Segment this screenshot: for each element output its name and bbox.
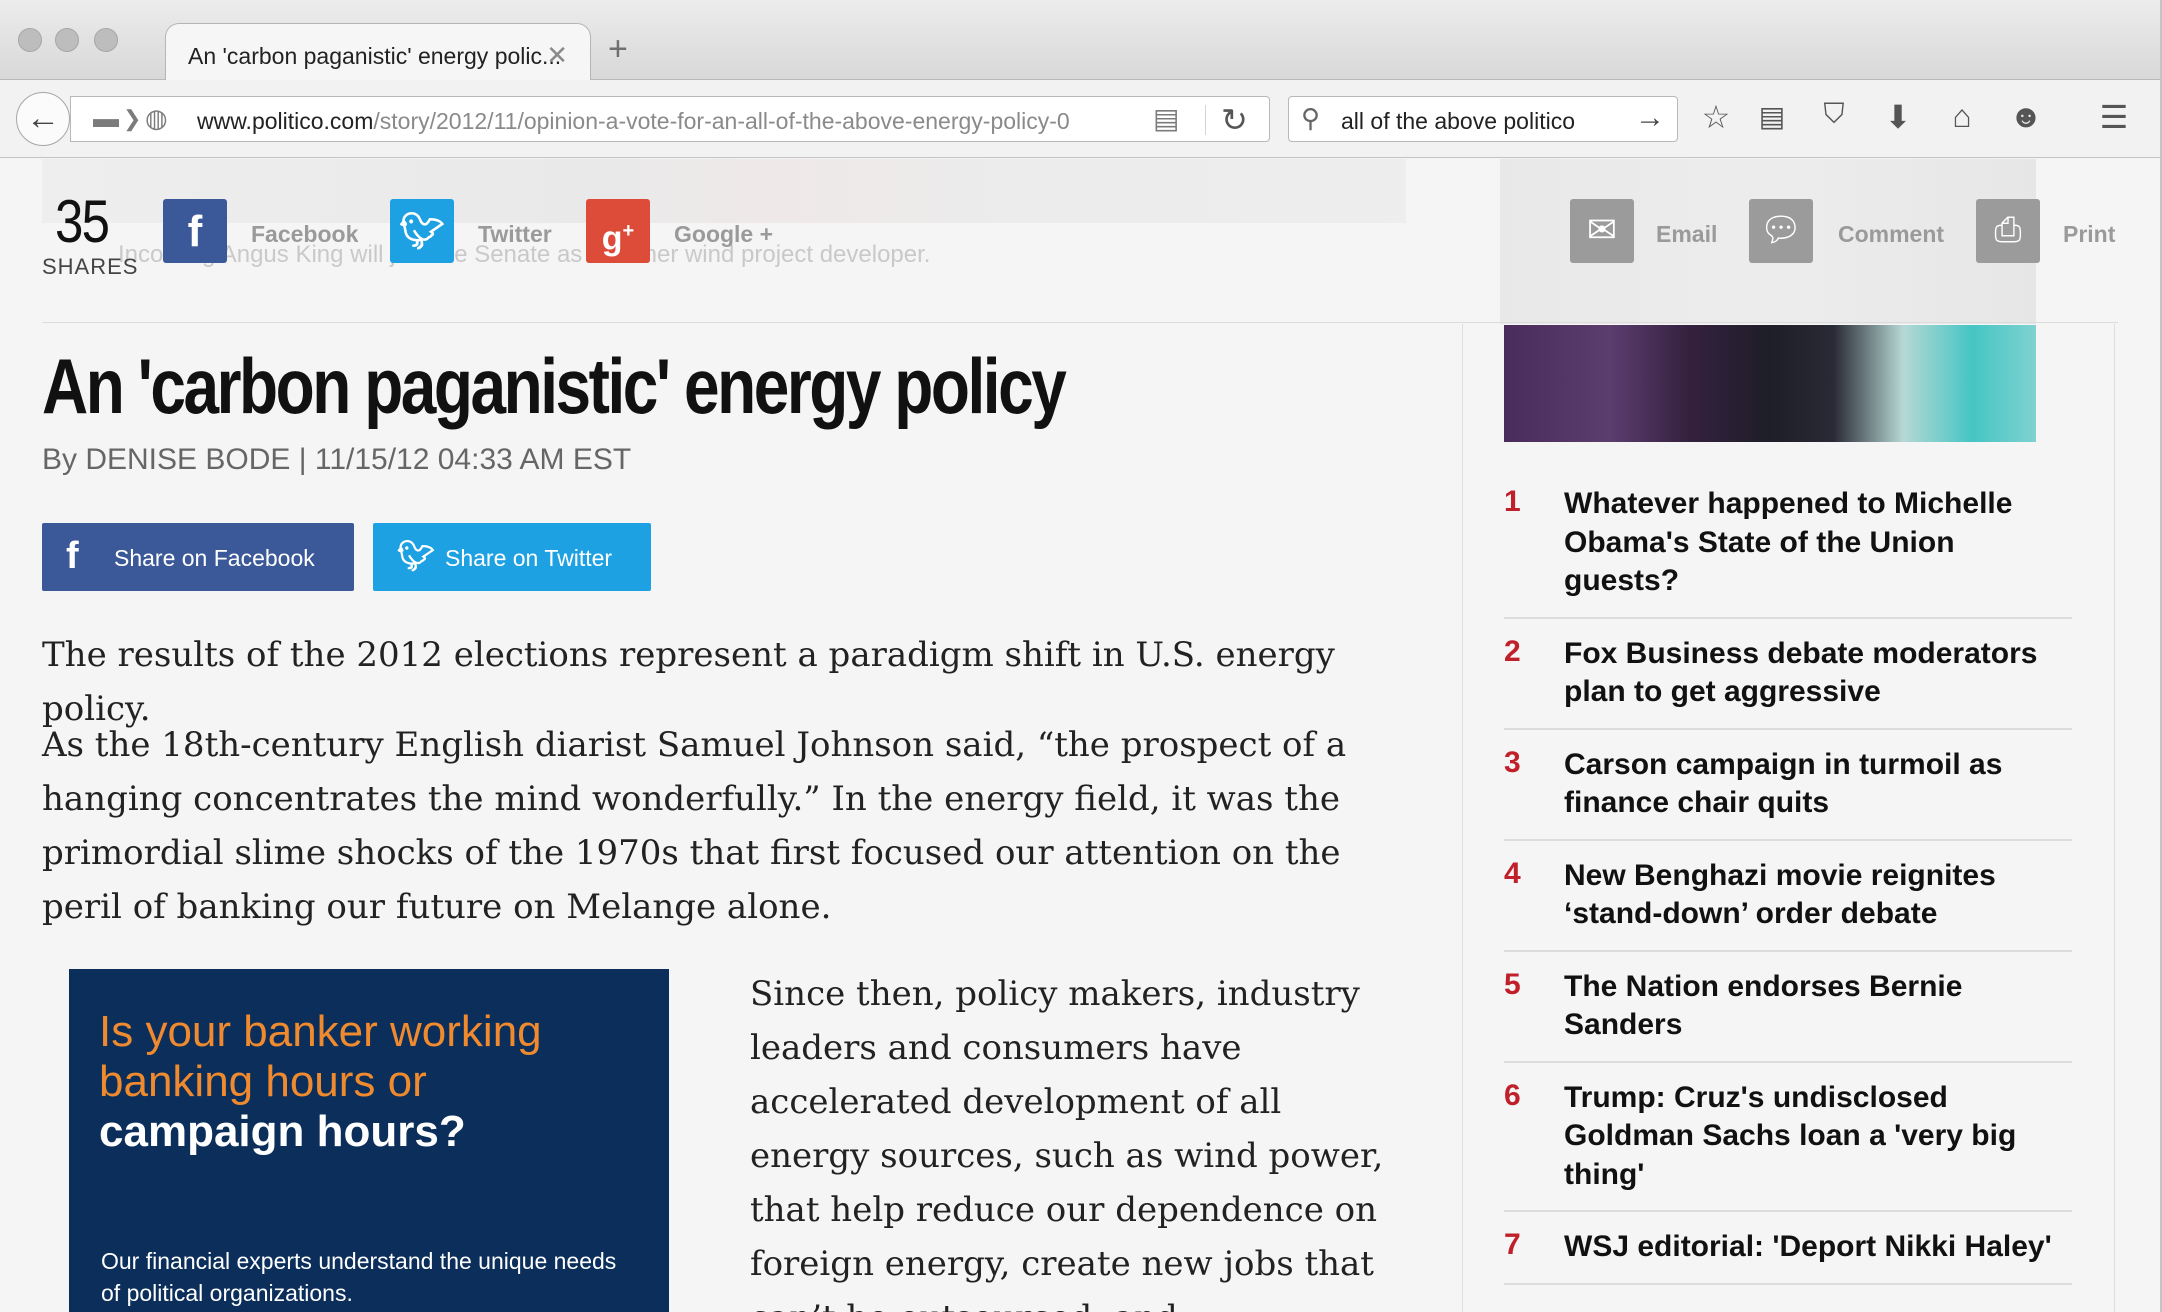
- share-on-facebook-label: Share on Facebook: [114, 545, 315, 571]
- ad-headline-white: campaign hours?: [99, 1107, 466, 1156]
- list-item[interactable]: 1 Whatever happened to Michelle Obama's …: [1504, 469, 2072, 619]
- article-headline: An 'carbon paganistic' energy policy: [42, 342, 1067, 430]
- tab-active[interactable]: An 'carbon paganistic' energy polic... ✕: [165, 23, 591, 80]
- pocket-icon[interactable]: ⛉: [1814, 98, 1854, 131]
- rank-number: 6: [1504, 1078, 1521, 1112]
- reload-icon[interactable]: ↻: [1221, 101, 1248, 139]
- rank-number: 1: [1504, 485, 1521, 518]
- share-count-label: SHARES: [42, 254, 139, 279]
- share-on-facebook-button[interactable]: f Share on Facebook: [42, 523, 354, 591]
- share-on-twitter-label: Share on Twitter: [445, 545, 613, 571]
- back-arrow-icon: ←: [26, 99, 60, 137]
- share-on-twitter-button[interactable]: 🐦︎ Share on Twitter: [373, 523, 651, 591]
- story-link[interactable]: Carson campaign in turmoil as finance ch…: [1564, 746, 2072, 823]
- tab-close-icon[interactable]: ✕: [546, 40, 568, 71]
- most-read-list: 1 Whatever happened to Michelle Obama's …: [1504, 469, 2072, 1285]
- article-paragraph-3: Since then, policy makers, industry lead…: [750, 974, 1384, 1312]
- story-link[interactable]: The Nation endorses Bernie Sanders: [1564, 968, 2072, 1045]
- share-count: 35: [55, 188, 110, 255]
- ad-headline-orange: Is your banker working banking hours or: [99, 1007, 542, 1106]
- ad-banner[interactable]: Is your banker working banking hours or …: [69, 969, 669, 1312]
- comment-link[interactable]: Comment: [1838, 221, 1944, 248]
- url-host: www.politico.com: [197, 108, 374, 134]
- share-bar-divider: [42, 322, 2118, 323]
- sidebar-border-right: [2114, 322, 2115, 1312]
- home-icon[interactable]: ⌂: [1942, 98, 1982, 135]
- globe-icon: ◍: [145, 103, 168, 133]
- facebook-icon[interactable]: f: [163, 199, 227, 263]
- zoom-window-button[interactable]: [94, 28, 118, 52]
- list-item[interactable]: 3 Carson campaign in turmoil as finance …: [1504, 730, 2072, 841]
- hero-image-behind: [42, 159, 1406, 223]
- list-item[interactable]: 6 Trump: Cruz's undisclosed Goldman Sach…: [1504, 1063, 2072, 1212]
- search-bar[interactable]: ⚲ all of the above politico →: [1288, 96, 1678, 142]
- article-paragraph-2: As the 18th-century English diarist Samu…: [42, 725, 1347, 927]
- rank-number: 4: [1504, 856, 1521, 890]
- rank-number: 3: [1504, 745, 1521, 779]
- reader-view-icon[interactable]: ▤: [1153, 102, 1179, 135]
- download-icon[interactable]: ⬇: [1878, 98, 1918, 136]
- list-item[interactable]: 2 Fox Business debate moderators plan to…: [1504, 619, 2072, 730]
- back-button[interactable]: ←: [16, 92, 70, 146]
- new-tab-button[interactable]: +: [608, 30, 628, 69]
- search-go-icon[interactable]: →: [1635, 101, 1665, 135]
- url-bar[interactable]: ▬ ❯ ◍ www.politico.com/story/2012/11/opi…: [70, 96, 1270, 142]
- search-input[interactable]: all of the above politico: [1341, 108, 1575, 135]
- sidebar-border-left: [1462, 322, 1463, 1312]
- google-plus-share-link[interactable]: Google +: [674, 221, 773, 248]
- url-text[interactable]: www.politico.com/story/2012/11/opinion-a…: [197, 108, 1177, 135]
- url-path: /story/2012/11/opinion-a-vote-for-an-all…: [373, 108, 1070, 134]
- list-item[interactable]: 7 WSJ editorial: 'Deport Nikki Haley': [1504, 1212, 2072, 1285]
- story-link[interactable]: New Benghazi movie reignites ‘stand-down…: [1564, 857, 2072, 934]
- print-link[interactable]: Print: [2063, 221, 2115, 248]
- url-divider: [1205, 105, 1206, 135]
- search-icon: ⚲: [1301, 103, 1321, 133]
- story-link[interactable]: WSJ editorial: 'Deport Nikki Haley': [1564, 1228, 2072, 1267]
- minimize-window-button[interactable]: [55, 28, 79, 52]
- list-item[interactable]: 5 The Nation endorses Bernie Sanders: [1504, 952, 2072, 1063]
- tab-title: An 'carbon paganistic' energy polic...: [188, 43, 562, 69]
- twitter-icon: 🐦︎: [397, 540, 436, 573]
- twitter-share-link[interactable]: Twitter: [478, 221, 552, 248]
- close-window-button[interactable]: [18, 28, 42, 52]
- share-bar: Incoming Angus King will join the Senate…: [0, 159, 2160, 324]
- rank-number: 2: [1504, 634, 1521, 668]
- nav-bar: ▬ ❯ ◍ www.politico.com/story/2012/11/opi…: [0, 80, 2160, 158]
- story-link[interactable]: Trump: Cruz's undisclosed Goldman Sachs …: [1564, 1079, 2072, 1195]
- email-share-link[interactable]: Email: [1656, 221, 1717, 248]
- browser-window: An 'carbon paganistic' energy polic... ✕…: [0, 0, 2162, 1312]
- bookmark-star-icon[interactable]: ☆: [1696, 98, 1736, 136]
- rank-number: 7: [1504, 1228, 1521, 1261]
- sidebar-photo[interactable]: [1504, 325, 2036, 442]
- facebook-icon: f: [66, 535, 79, 577]
- rank-number: 5: [1504, 967, 1521, 1001]
- article-byline: By DENISE BODE | 11/15/12 04:33 AM EST: [42, 443, 632, 476]
- list-item[interactable]: 4 New Benghazi movie reignites ‘stand-do…: [1504, 841, 2072, 952]
- print-icon[interactable]: ⎙: [1976, 199, 2040, 263]
- ad-body-text: Our financial experts understand the uni…: [101, 1248, 617, 1306]
- bookmarks-list-icon[interactable]: ▤: [1752, 100, 1792, 133]
- web-page: 1 Whatever happened to Michelle Obama's …: [0, 159, 2160, 1312]
- facebook-share-link[interactable]: Facebook: [251, 221, 358, 248]
- chevron-right-icon: ❯: [123, 106, 142, 131]
- hello-chat-icon[interactable]: ☻: [2006, 98, 2046, 135]
- twitter-icon[interactable]: 🐦︎: [390, 199, 454, 263]
- email-icon[interactable]: ✉: [1570, 199, 1634, 263]
- story-link[interactable]: Whatever happened to Michelle Obama's St…: [1564, 485, 2072, 601]
- google-plus-icon[interactable]: g+: [586, 199, 650, 263]
- story-link[interactable]: Fox Business debate moderators plan to g…: [1564, 635, 2072, 712]
- menu-icon[interactable]: ☰: [2094, 98, 2134, 136]
- comment-icon[interactable]: 💬︎: [1749, 199, 1813, 263]
- tab-strip: An 'carbon paganistic' energy polic... ✕…: [0, 0, 2160, 80]
- page-icon: ▬: [93, 103, 119, 133]
